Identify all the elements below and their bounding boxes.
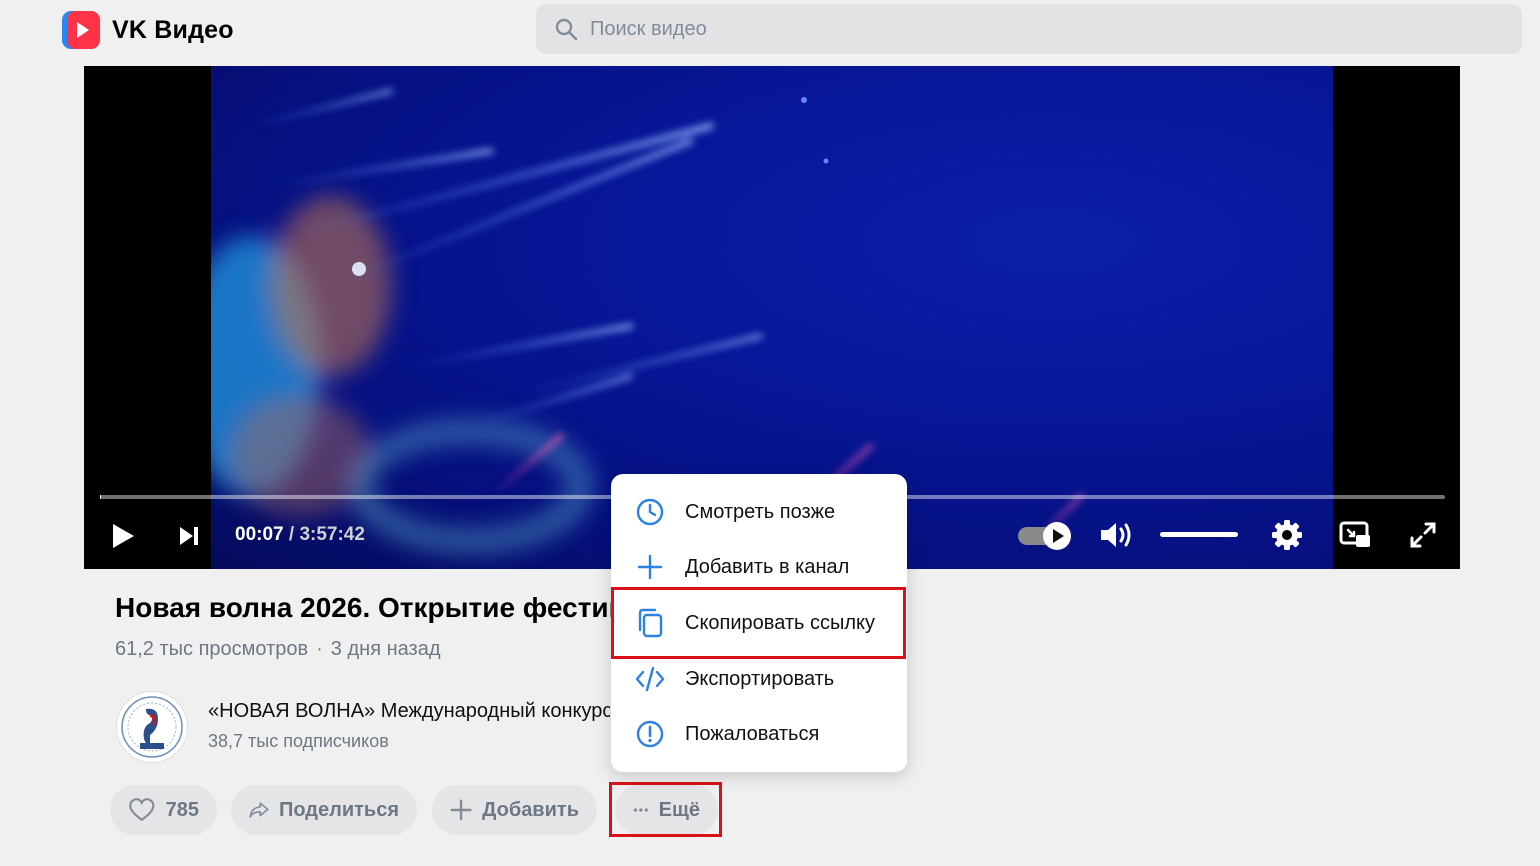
code-icon — [635, 664, 665, 694]
play-button[interactable] — [108, 521, 138, 551]
like-button[interactable]: 785 — [110, 785, 217, 835]
autoplay-toggle[interactable] — [1016, 520, 1074, 552]
share-icon — [249, 802, 269, 818]
vk-video-logo[interactable]: VK Видео — [62, 11, 234, 49]
progress-fill — [100, 495, 102, 499]
next-button[interactable] — [176, 523, 202, 549]
menu-item-label: Добавить в канал — [685, 555, 850, 578]
play-icon — [113, 524, 134, 548]
plus-icon — [450, 799, 472, 821]
volume-button[interactable] — [1098, 518, 1136, 552]
time-separator: / — [288, 524, 295, 545]
like-count: 785 — [165, 798, 199, 821]
next-icon — [180, 527, 198, 545]
meta-dot: · — [316, 638, 323, 660]
miniplayer-button[interactable] — [1338, 518, 1372, 552]
publish-date: 3 дня назад — [330, 638, 441, 660]
menu-item-report[interactable]: Пожаловаться — [611, 706, 907, 762]
channel-logo-icon — [121, 696, 183, 758]
video-meta: 61,2 тыс просмотров · 3 дня назад — [115, 638, 440, 661]
gear-icon — [1272, 520, 1302, 550]
share-button[interactable]: Поделиться — [231, 785, 417, 835]
clock-icon — [635, 497, 665, 527]
miniplayer-icon — [1339, 521, 1370, 547]
share-label: Поделиться — [278, 798, 399, 821]
channel-subscribers: 38,7 тыс подписчиков — [208, 731, 389, 751]
search-bar[interactable] — [536, 4, 1522, 54]
menu-item-label: Пожаловаться — [685, 722, 820, 745]
fullscreen-icon — [1410, 522, 1436, 548]
vk-video-logo-icon — [62, 11, 100, 49]
autoplay-toggle-icon — [1018, 522, 1071, 550]
menu-item-export[interactable]: Экспортировать — [611, 651, 907, 707]
menu-item-label: Экспортировать — [685, 667, 835, 690]
volume-icon — [1101, 523, 1131, 547]
time-display: 00:07 / 3:57:42 — [235, 524, 365, 546]
search-input[interactable] — [590, 17, 1490, 41]
menu-item-label: Смотреть позже — [685, 500, 836, 523]
heart-icon — [129, 798, 155, 822]
add-button[interactable]: Добавить — [432, 785, 597, 835]
logo-text: VK Видео — [112, 15, 234, 44]
add-label: Добавить — [482, 798, 579, 821]
channel-name[interactable]: «НОВАЯ ВОЛНА» Международный конкурс — [208, 700, 610, 723]
plus-icon — [635, 552, 665, 582]
search-icon — [555, 18, 578, 41]
warning-icon — [635, 719, 665, 749]
views-count: 61,2 тыс просмотров — [115, 638, 309, 660]
current-time: 00:07 — [235, 524, 284, 545]
duration: 3:57:42 — [299, 524, 365, 545]
settings-button[interactable] — [1270, 518, 1304, 552]
volume-slider[interactable] — [1160, 532, 1238, 537]
more-button-highlight — [609, 782, 722, 837]
channel-avatar[interactable] — [116, 691, 188, 763]
video-title: Новая волна 2026. Открытие фестиваля — [115, 592, 615, 623]
menu-item-watch-later[interactable]: Смотреть позже — [611, 484, 907, 540]
copy-link-highlight — [611, 587, 906, 659]
fullscreen-button[interactable] — [1406, 518, 1440, 552]
top-header: VK Видео — [0, 0, 1540, 60]
